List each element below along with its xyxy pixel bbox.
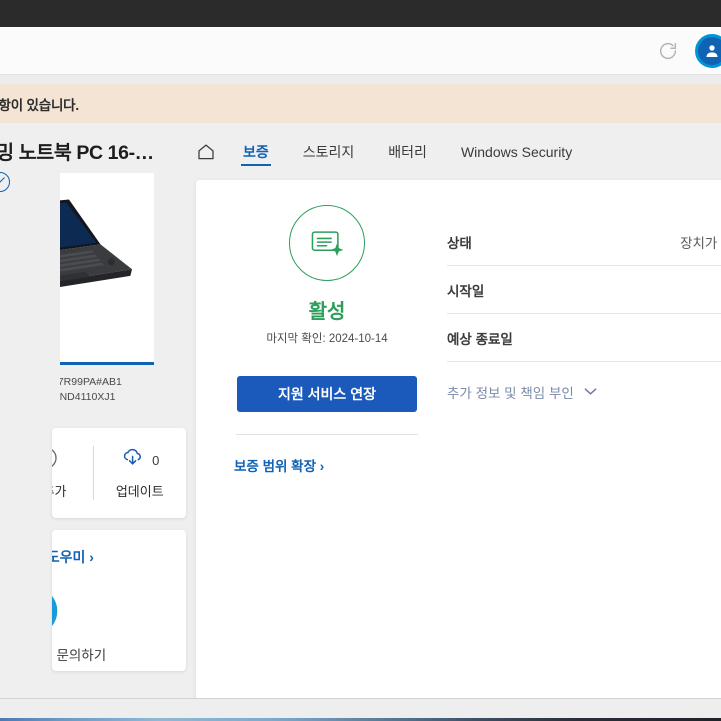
updates-icon-row: 0 bbox=[120, 446, 159, 475]
device-serial-numbers: 97R99PA#AB1 CND4110XJ1 bbox=[60, 375, 180, 405]
plus-circle-icon bbox=[52, 446, 58, 475]
virtual-agent-link[interactable]: …결 도우미 › bbox=[52, 547, 94, 567]
home-icon[interactable] bbox=[196, 142, 226, 162]
serial-product-number: 97R99PA#AB1 bbox=[60, 376, 122, 388]
warranty-status: 활성 bbox=[308, 301, 346, 323]
warranty-details-table: 상태 장치가 무… 시작일 예상 종료일 추가 정보 및 책임 부인 bbox=[447, 218, 721, 402]
app-header bbox=[0, 27, 721, 75]
tab-battery[interactable]: 배터리 bbox=[371, 138, 444, 166]
device-actions-inner: … 추가 0 업데이트 bbox=[52, 428, 186, 518]
product-image-card[interactable]: …사양 › bbox=[60, 173, 154, 365]
warranty-panel: 활성 마지막 확인: 2024-10-14 지원 서비스 연장 보증 범위 확장… bbox=[196, 180, 721, 721]
virtual-agent-card[interactable]: …결 도우미 › …ant에 문의하기 bbox=[52, 530, 186, 671]
chevron-down-icon bbox=[584, 383, 597, 401]
disclaimer-toggle[interactable]: 추가 정보 및 책임 부인 bbox=[447, 382, 721, 402]
device-actions-card: … 추가 0 업데이트 bbox=[52, 428, 186, 518]
tab-windows-security[interactable]: Windows Security bbox=[444, 138, 589, 166]
body-area: …게이밍 노트북 PC 16-… …트북 bbox=[0, 123, 721, 721]
updates-action[interactable]: 0 업데이트 bbox=[94, 446, 187, 500]
tab-warranty[interactable]: 보증 bbox=[226, 138, 286, 166]
warranty-last-checked: 마지막 확인: 2024-10-14 bbox=[266, 333, 388, 345]
tab-storage[interactable]: 스토리지 bbox=[286, 138, 372, 166]
detail-label-status: 상태 bbox=[447, 235, 472, 251]
account-avatar-icon[interactable] bbox=[695, 34, 721, 68]
main-tabs: 보증 스토리지 배터리 Windows Security bbox=[196, 138, 589, 166]
updates-label: 업데이트 bbox=[115, 484, 164, 499]
detail-label-end-date: 예상 종료일 bbox=[447, 331, 513, 347]
product-card-inner: …사양 › bbox=[60, 173, 154, 362]
notification-banner[interactable]: …사항이 있습니다. bbox=[0, 84, 721, 123]
application-window: …사항이 있습니다. …게이밍 노트북 PC 16-… …트북 bbox=[0, 0, 721, 721]
virtual-agent-inner: …결 도우미 › …ant에 문의하기 bbox=[52, 530, 186, 671]
add-device-action[interactable]: … 추가 bbox=[52, 446, 93, 500]
disclaimer-label: 추가 정보 및 책임 부인 bbox=[447, 386, 574, 401]
detail-value-status: 장치가 무… bbox=[680, 235, 721, 251]
virtual-agent-caption: …ant에 문의하기 bbox=[52, 648, 107, 663]
laptop-product-image bbox=[60, 199, 133, 288]
edit-pencil-icon[interactable] bbox=[0, 171, 11, 192]
os-taskbar bbox=[0, 698, 721, 721]
add-device-label: … 추가 bbox=[52, 484, 67, 499]
refresh-icon[interactable] bbox=[657, 40, 679, 62]
notification-banner-text: …사항이 있습니다. bbox=[0, 97, 79, 113]
header-actions bbox=[657, 27, 721, 75]
table-row: 상태 장치가 무… bbox=[447, 218, 721, 266]
updates-count: 0 bbox=[152, 453, 160, 468]
extend-support-button[interactable]: 지원 서비스 연장 bbox=[237, 376, 417, 412]
virtual-agent-avatar-icon bbox=[52, 595, 58, 627]
device-title: …게이밍 노트북 PC 16-… bbox=[0, 142, 154, 164]
os-titlebar bbox=[0, 0, 721, 27]
detail-label-start-date: 시작일 bbox=[447, 283, 485, 299]
cloud-download-icon bbox=[120, 446, 146, 475]
serial-serial-number: CND4110XJ1 bbox=[60, 391, 116, 403]
warranty-card-sparkle-icon bbox=[289, 205, 365, 281]
table-row: 시작일 bbox=[447, 266, 721, 314]
table-row: 예상 종료일 bbox=[447, 314, 721, 362]
warranty-summary: 활성 마지막 확인: 2024-10-14 지원 서비스 연장 보증 범위 확장… bbox=[232, 205, 422, 475]
expand-warranty-coverage-link[interactable]: 보증 범위 확장 › bbox=[234, 455, 324, 475]
warranty-divider bbox=[236, 434, 418, 435]
add-device-icon-row bbox=[52, 446, 58, 475]
